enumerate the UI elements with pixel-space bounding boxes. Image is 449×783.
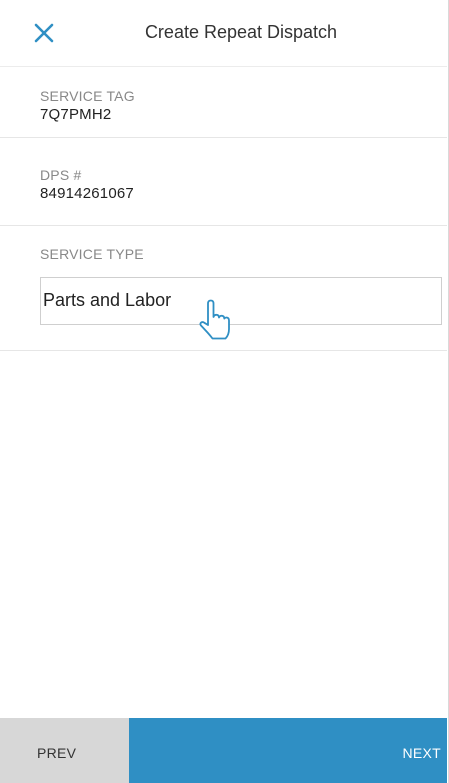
service-type-value: Parts and Labor (43, 290, 172, 310)
dps-value: 84914261067 (40, 185, 134, 202)
footer-nav: PREV NEXT (0, 718, 447, 783)
service-tag-section: SERVICE TAG 7Q7PMH2 (0, 67, 447, 138)
service-type-select[interactable]: Parts and Labor (40, 277, 442, 325)
prev-button-label: PREV (37, 745, 77, 761)
dps-section: DPS # 84914261067 (0, 138, 447, 226)
service-tag-value: 7Q7PMH2 (40, 106, 112, 123)
next-button-label: NEXT (402, 745, 441, 761)
pointing-hand-cursor-icon (196, 298, 234, 342)
header-bar: Create Repeat Dispatch (0, 0, 447, 66)
service-tag-label: SERVICE TAG (40, 88, 135, 104)
prev-button[interactable]: PREV (0, 718, 129, 783)
service-type-label: SERVICE TYPE (40, 246, 144, 262)
dps-label: DPS # (40, 167, 82, 183)
page-title: Create Repeat Dispatch (144, 22, 338, 42)
next-button[interactable]: NEXT (129, 718, 447, 783)
create-repeat-dispatch-screen: Create Repeat Dispatch SERVICE TAG 7Q7PM… (0, 0, 449, 783)
